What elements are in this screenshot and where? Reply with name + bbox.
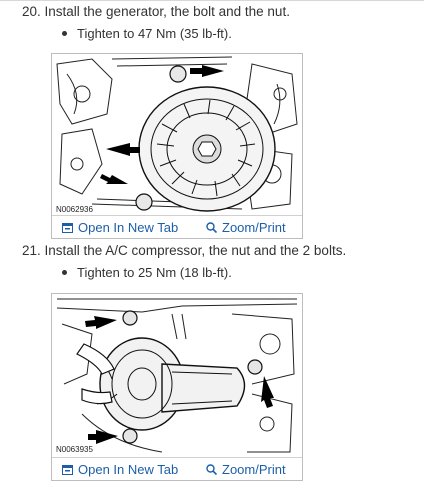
step-20-torque-text: Tighten to 47 Nm (35 lb-ft).: [77, 26, 232, 41]
bullet-dot-icon: [62, 270, 67, 276]
step-20-instruction: 20. Install the generator, the bolt and …: [22, 4, 290, 19]
open-new-tab-icon: [62, 223, 73, 233]
magnifier-zoom-icon: [206, 464, 217, 475]
step-21-torque-text: Tighten to 25 Nm (18 lb-ft).: [77, 265, 232, 280]
figure-code: N0063935: [56, 445, 93, 454]
generator-illustration: N0062936: [52, 54, 302, 216]
ac-compressor-figure: N0063935 Open In New Tab Zoom/Print: [51, 293, 303, 481]
bullet-dot-icon: [62, 31, 67, 37]
top-divider: [0, 0, 424, 1]
step-20-torque-spec: Tighten to 47 Nm (35 lb-ft).: [62, 26, 232, 41]
step-21-torque-spec: Tighten to 25 Nm (18 lb-ft).: [62, 265, 232, 280]
zoom-print-label: Zoom/Print: [222, 462, 286, 477]
magnifier-zoom-icon: [206, 222, 217, 233]
open-in-new-tab-link[interactable]: Open In New Tab: [62, 462, 178, 477]
open-in-new-tab-label: Open In New Tab: [78, 462, 179, 477]
zoom-print-link[interactable]: Zoom/Print: [206, 462, 286, 477]
generator-figure: N0062936 Open In New Tab Zoom/Print: [51, 53, 303, 239]
figure-code: N0062936: [56, 205, 93, 214]
step-21-instruction: 21. Install the A/C compressor, the nut …: [22, 243, 347, 258]
zoom-print-label: Zoom/Print: [222, 220, 286, 235]
ac-compressor-illustration: N0063935: [52, 294, 302, 458]
open-new-tab-icon: [62, 465, 73, 475]
zoom-print-link[interactable]: Zoom/Print: [206, 220, 286, 235]
open-in-new-tab-label: Open In New Tab: [78, 220, 179, 235]
figure-actions-bar: Open In New Tab Zoom/Print: [52, 457, 302, 480]
figure-actions-bar: Open In New Tab Zoom/Print: [52, 215, 302, 238]
open-in-new-tab-link[interactable]: Open In New Tab: [62, 220, 178, 235]
